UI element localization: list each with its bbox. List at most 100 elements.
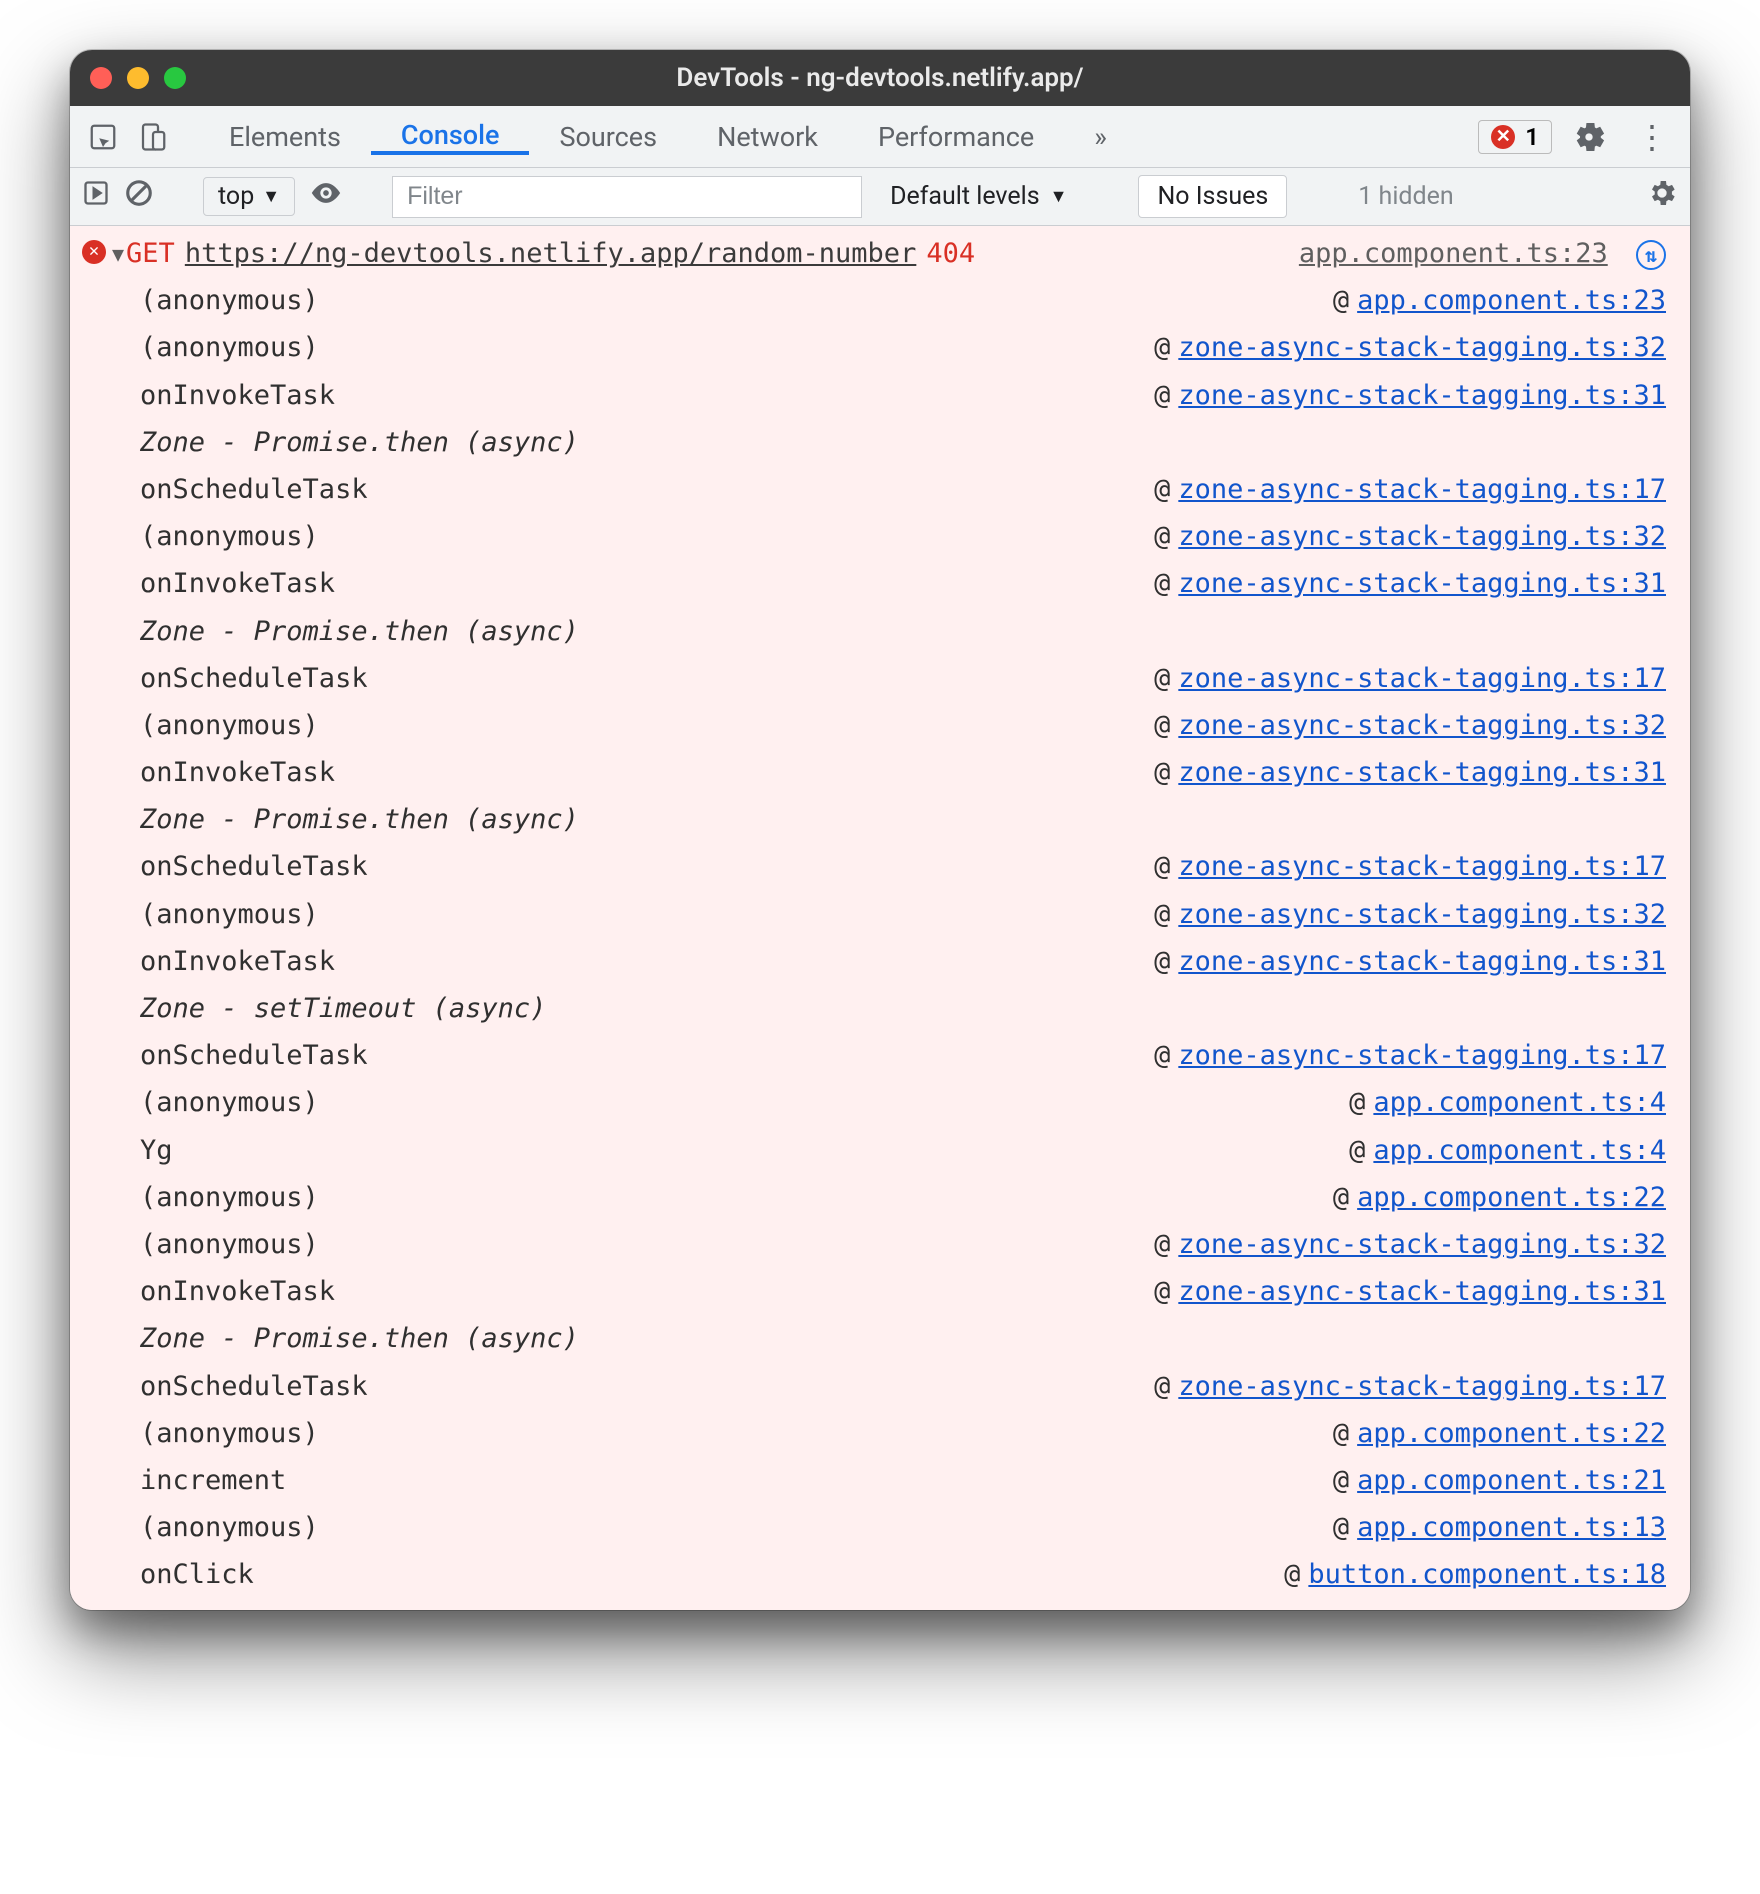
clear-console-icon[interactable] <box>124 178 154 215</box>
source-link[interactable]: app.component.ts:22 <box>1357 1418 1666 1449</box>
reload-icon[interactable]: ⇅ <box>1636 240 1666 270</box>
source-link[interactable]: zone-async-stack-tagging.ts:32 <box>1178 1229 1666 1260</box>
async-boundary-label: Zone - Promise.then (async) <box>70 608 1690 655</box>
source-link[interactable]: zone-async-stack-tagging.ts:17 <box>1178 1040 1666 1071</box>
source-link[interactable]: app.component.ts:21 <box>1357 1465 1666 1496</box>
source-link[interactable]: zone-async-stack-tagging.ts:31 <box>1178 380 1666 411</box>
tab-sources[interactable]: Sources <box>529 119 687 155</box>
stack-frame-function: Yg <box>140 1129 173 1172</box>
source-link[interactable]: zone-async-stack-tagging.ts:32 <box>1178 521 1666 552</box>
at-symbol: @ <box>1154 521 1170 552</box>
hidden-messages-label[interactable]: 1 hidden <box>1358 182 1453 211</box>
at-symbol: @ <box>1154 946 1170 977</box>
close-window-button[interactable] <box>90 67 112 89</box>
at-symbol: @ <box>1333 1418 1349 1449</box>
at-symbol: @ <box>1349 1135 1365 1166</box>
stack-frame-function: (anonymous) <box>140 1081 319 1124</box>
maximize-window-button[interactable] <box>164 67 186 89</box>
execution-context-selector[interactable]: top ▼ <box>203 177 295 216</box>
at-symbol: @ <box>1154 757 1170 788</box>
at-symbol: @ <box>1333 1512 1349 1543</box>
source-link[interactable]: app.component.ts:4 <box>1373 1135 1666 1166</box>
live-expression-icon[interactable] <box>309 176 343 217</box>
at-symbol: @ <box>1333 285 1349 316</box>
stack-frame: (anonymous)@zone-async-stack-tagging.ts:… <box>70 891 1690 938</box>
context-label: top <box>218 182 254 211</box>
stack-frame: onInvokeTask @ zone-async-stack-tagging.ts… <box>70 749 1690 796</box>
source-link[interactable]: app.component.ts:4 <box>1373 1087 1666 1118</box>
issues-button[interactable]: No Issues <box>1138 175 1287 218</box>
stack-frame-function: onInvokeTask <box>140 751 335 794</box>
stack-frame: increment@app.component.ts:21 <box>70 1457 1690 1504</box>
error-count-badge[interactable]: ✕ 1 <box>1478 120 1552 154</box>
stack-frame-function: onScheduleTask <box>140 1034 368 1077</box>
source-link[interactable]: app.component.ts:23 <box>1299 238 1608 269</box>
source-link[interactable]: zone-async-stack-tagging.ts:31 <box>1178 1276 1666 1307</box>
more-tabs-button[interactable]: » <box>1064 121 1137 153</box>
stack-frame: onScheduleTask@zone-async-stack-tagging.… <box>70 655 1690 702</box>
log-levels-selector[interactable]: Default levels ▼ <box>876 182 1081 211</box>
inspect-element-icon[interactable] <box>78 122 128 152</box>
source-link[interactable]: zone-async-stack-tagging.ts:17 <box>1178 851 1666 882</box>
disclosure-triangle-icon[interactable]: ▼ <box>112 238 124 270</box>
tab-elements[interactable]: Elements <box>199 119 371 155</box>
stack-frame: (anonymous) @ app.component.ts:4 <box>70 1079 1690 1126</box>
toggle-console-sidebar-icon[interactable] <box>82 179 110 214</box>
stack-frame-function: onScheduleTask <box>140 468 368 511</box>
stack-frame: (anonymous)@zone-async-stack-tagging.ts:… <box>70 1221 1690 1268</box>
at-symbol: @ <box>1333 1465 1349 1496</box>
source-link[interactable]: app.component.ts:22 <box>1357 1182 1666 1213</box>
filter-input[interactable] <box>392 176 862 218</box>
source-link[interactable]: zone-async-stack-tagging.ts:31 <box>1178 568 1666 599</box>
at-symbol: @ <box>1154 380 1170 411</box>
source-link[interactable]: app.component.ts:23 <box>1357 285 1666 316</box>
stack-frame: Yg @ app.component.ts:4 <box>70 1127 1690 1174</box>
settings-icon[interactable] <box>1564 120 1614 154</box>
stack-frame-function: onInvokeTask <box>140 562 335 605</box>
stack-frame-function: (anonymous) <box>140 1412 319 1455</box>
console-toolbar: top ▼ Default levels ▼ No Issues 1 hidde… <box>70 168 1690 226</box>
stack-frame-function: onScheduleTask <box>140 845 368 888</box>
async-boundary-label: Zone - setTimeout (async) <box>70 985 1690 1032</box>
device-toolbar-icon[interactable] <box>128 122 178 152</box>
stack-frame-function: onScheduleTask <box>140 1365 368 1408</box>
source-link[interactable]: zone-async-stack-tagging.ts:31 <box>1178 757 1666 788</box>
source-link[interactable]: zone-async-stack-tagging.ts:32 <box>1178 332 1666 363</box>
console-settings-icon[interactable] <box>1646 177 1678 216</box>
source-link[interactable]: zone-async-stack-tagging.ts:32 <box>1178 899 1666 930</box>
stack-frame: (anonymous)@app.component.ts:22 <box>70 1174 1690 1221</box>
source-link[interactable]: app.component.ts:13 <box>1357 1512 1666 1543</box>
source-link[interactable]: zone-async-stack-tagging.ts:17 <box>1178 663 1666 694</box>
source-link[interactable]: zone-async-stack-tagging.ts:32 <box>1178 710 1666 741</box>
at-symbol: @ <box>1349 1087 1365 1118</box>
at-symbol: @ <box>1154 899 1170 930</box>
minimize-window-button[interactable] <box>127 67 149 89</box>
source-link[interactable]: zone-async-stack-tagging.ts:31 <box>1178 946 1666 977</box>
tab-console[interactable]: Console <box>371 119 530 155</box>
at-symbol: @ <box>1154 851 1170 882</box>
stack-frame: onInvokeTask@zone-async-stack-tagging.ts… <box>70 560 1690 607</box>
source-link[interactable]: zone-async-stack-tagging.ts:17 <box>1178 1371 1666 1402</box>
stack-frame-function: onInvokeTask <box>140 374 335 417</box>
kebab-menu-icon[interactable]: ⋮ <box>1626 118 1676 156</box>
error-count: 1 <box>1525 123 1539 151</box>
console-error-entry[interactable]: ✕ ▼ GET https://ng-devtools.netlify.app/… <box>70 230 1690 277</box>
stack-frame-function: (anonymous) <box>140 1223 319 1266</box>
stack-frame: onClick@button.component.ts:18 <box>70 1551 1690 1598</box>
source-link[interactable]: button.component.ts:18 <box>1308 1559 1666 1590</box>
stack-frame: (anonymous)@zone-async-stack-tagging.ts:… <box>70 324 1690 371</box>
http-status: 404 <box>926 232 975 275</box>
request-url[interactable]: https://ng-devtools.netlify.app/random-n… <box>185 232 917 275</box>
tab-performance[interactable]: Performance <box>848 119 1064 155</box>
error-icon: ✕ <box>1491 125 1515 149</box>
stack-frame-function: onScheduleTask <box>140 657 368 700</box>
source-link[interactable]: zone-async-stack-tagging.ts:17 <box>1178 474 1666 505</box>
stack-frame: (anonymous) @ app.component.ts:22 <box>70 1410 1690 1457</box>
window-title: DevTools - ng-devtools.netlify.app/ <box>70 63 1690 93</box>
stack-frame: onScheduleTask @ zone-async-stack-tagging.… <box>70 466 1690 513</box>
http-method: GET <box>126 232 175 275</box>
tab-network[interactable]: Network <box>687 119 848 155</box>
at-symbol: @ <box>1154 474 1170 505</box>
at-symbol: @ <box>1333 1182 1349 1213</box>
stack-frame: onScheduleTask@zone-async-stack-tagging.… <box>70 1032 1690 1079</box>
